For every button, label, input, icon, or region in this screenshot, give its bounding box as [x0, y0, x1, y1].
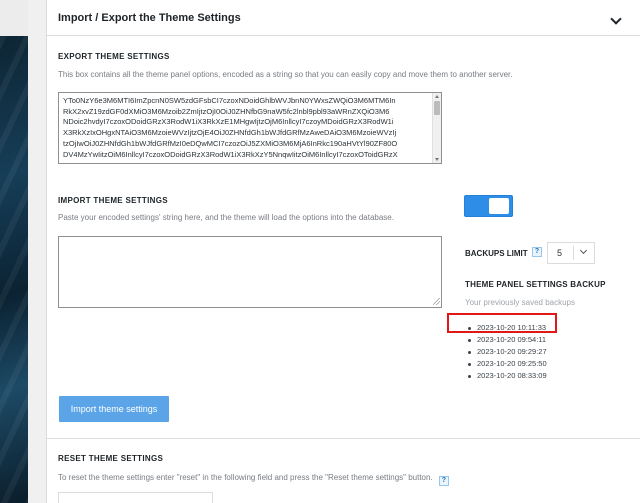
export-title: EXPORT THEME SETTINGS: [58, 52, 170, 61]
panel-header[interactable]: Import / Export the Theme Settings: [47, 0, 640, 36]
export-textarea[interactable]: YTo0NzY6e3M6MTI6ImZpcnN0SW5zdGFsbCI7czox…: [58, 92, 442, 164]
backup-toggle[interactable]: [464, 195, 513, 217]
toggle-knob: [489, 198, 509, 214]
chevron-down-icon[interactable]: [610, 13, 622, 25]
resize-handle-icon[interactable]: [433, 298, 440, 305]
import-textarea[interactable]: [58, 236, 442, 308]
chevron-down-icon: [579, 246, 588, 255]
scroll-thumb[interactable]: [434, 101, 440, 115]
backup-item[interactable]: 2023-10-20 08:33:09: [465, 370, 547, 382]
help-icon[interactable]: ?: [532, 247, 542, 257]
backup-item[interactable]: 2023-10-20 09:54:11: [465, 334, 547, 346]
backups-limit-label: BACKUPS LIMIT: [465, 249, 528, 258]
background-image: [0, 36, 28, 503]
scroll-up-icon[interactable]: [435, 95, 439, 98]
import-theme-settings-button[interactable]: Import theme settings: [59, 396, 169, 422]
highlight-box: [447, 313, 557, 333]
reset-input[interactable]: [58, 492, 213, 503]
scroll-down-icon[interactable]: [435, 158, 439, 161]
export-scrollbar[interactable]: [432, 93, 441, 163]
backup-item[interactable]: 2023-10-20 09:29:27: [465, 346, 547, 358]
import-export-panel: Import / Export the Theme Settings EXPOR…: [46, 0, 640, 503]
export-description: This box contains all the theme panel op…: [58, 70, 513, 79]
export-text[interactable]: YTo0NzY6e3M6MTI6ImZpcnN0SW5zdGFsbCI7czox…: [59, 93, 441, 160]
import-title: IMPORT THEME SETTINGS: [58, 196, 168, 205]
backup-panel-title: THEME PANEL SETTINGS BACKUP: [465, 280, 606, 289]
import-description: Paste your encoded settings' string here…: [58, 213, 394, 222]
backup-subtitle: Your previously saved backups: [465, 298, 575, 307]
backups-limit-select[interactable]: 5: [547, 242, 595, 264]
reset-description: To reset the theme settings enter "reset…: [58, 473, 449, 486]
panel-title: Import / Export the Theme Settings: [58, 11, 241, 24]
backup-item[interactable]: 2023-10-20 09:25:50: [465, 358, 547, 370]
help-icon[interactable]: ?: [438, 476, 449, 486]
reset-title: RESET THEME SETTINGS: [58, 454, 164, 463]
divider: [47, 438, 640, 439]
backups-limit-value: 5: [557, 248, 563, 258]
